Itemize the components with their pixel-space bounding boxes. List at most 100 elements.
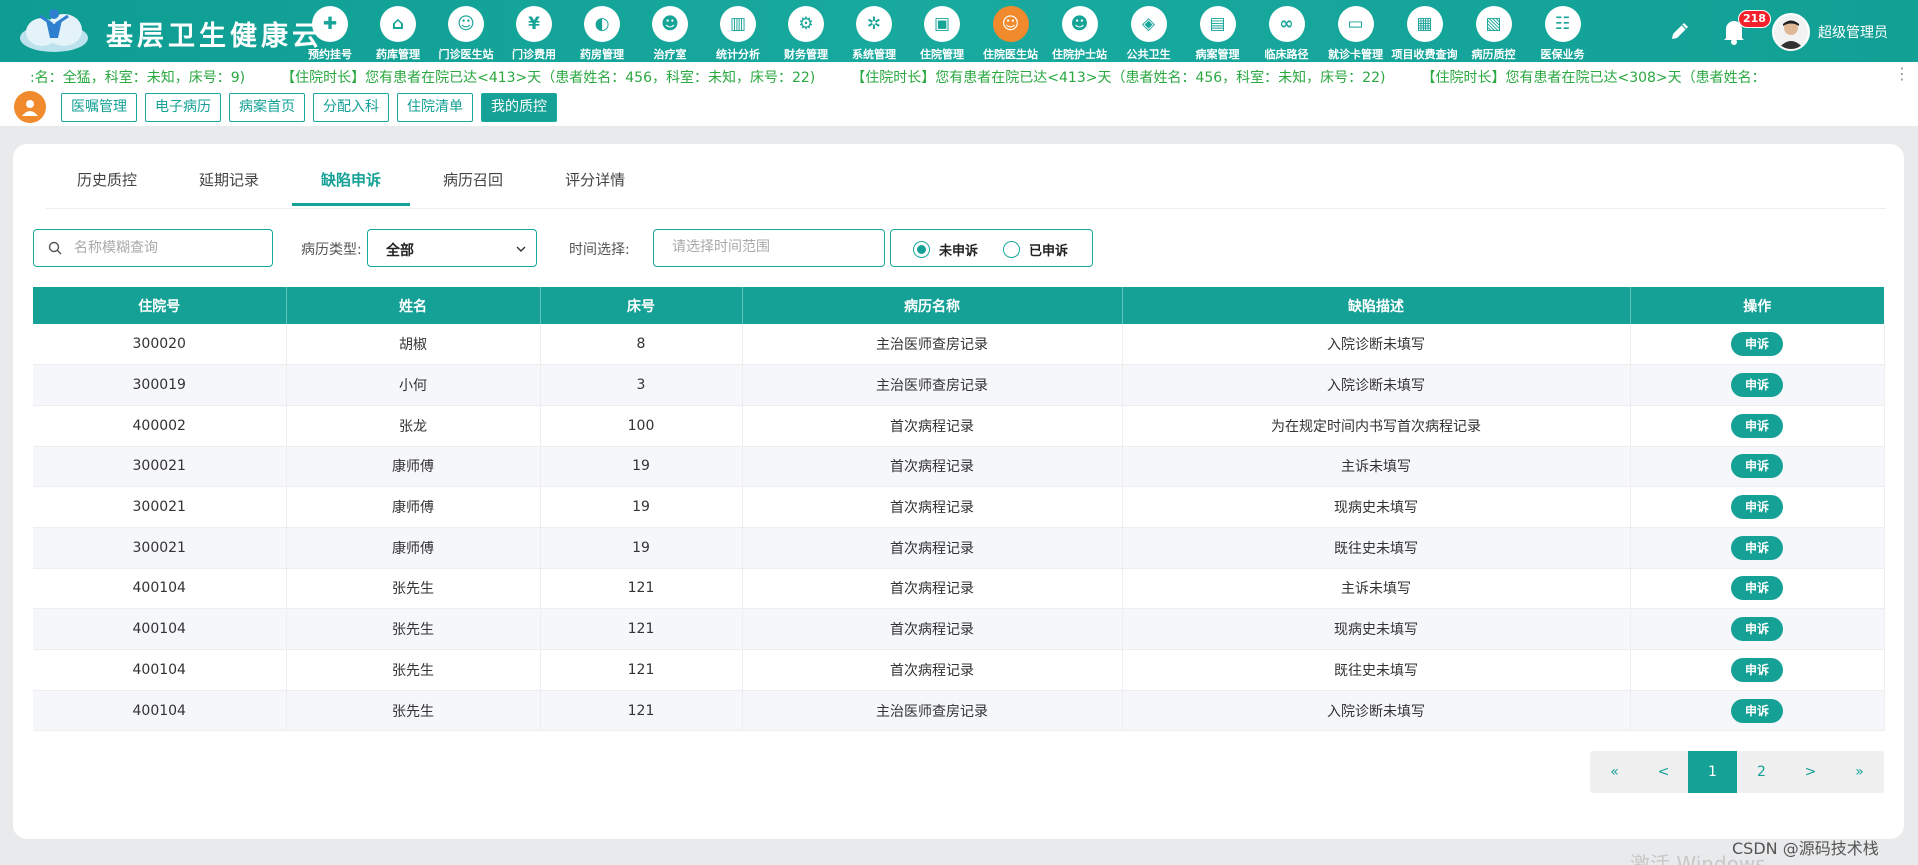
nav-item-0[interactable]: ✚ 预约挂号 xyxy=(296,0,364,62)
page-button[interactable]: > xyxy=(1786,751,1835,793)
nav-item-9[interactable]: ▣ 住院管理 xyxy=(908,0,976,62)
page-button[interactable]: 1 xyxy=(1688,751,1737,793)
table-cell: 现病史未填写 xyxy=(1122,608,1631,650)
nav-item-8[interactable]: ✲ 系统管理 xyxy=(840,0,908,62)
nav-item-7[interactable]: ⚙ 财务管理 xyxy=(772,0,840,62)
nav-item-5[interactable]: ☻ 治疗室 xyxy=(636,0,704,62)
table-row: 400002 张龙 100 首次病程记录 为在规定时间内书写首次病程记录 申诉 xyxy=(33,405,1885,447)
nav-label: 病历质控 xyxy=(1471,48,1516,61)
table-cell: 121 xyxy=(540,568,743,610)
table-cell: 首次病程记录 xyxy=(742,608,1123,650)
pen-icon[interactable] xyxy=(1668,19,1692,43)
tab-0[interactable]: 历史质控 xyxy=(46,170,168,206)
appeal-button[interactable]: 申诉 xyxy=(1731,454,1783,479)
table-cell: 300019 xyxy=(33,364,287,406)
sub-tab-2[interactable]: 病案首页 xyxy=(229,93,305,122)
appeal-button[interactable]: 申诉 xyxy=(1731,576,1783,601)
action-cell: 申诉 xyxy=(1630,608,1885,650)
sub-tab-5[interactable]: 我的质控 xyxy=(481,93,557,122)
nav-item-2[interactable]: ☺ 门诊医生站 xyxy=(432,0,500,62)
table-cell: 主治医师查房记录 xyxy=(742,324,1123,366)
radio-dot xyxy=(1003,241,1020,258)
gear-money-icon: ⚙ xyxy=(788,6,824,42)
search-input[interactable] xyxy=(74,238,264,258)
marquee-item: 【住院时长】您有患者在院已达<308>天（患者姓名： xyxy=(1421,70,1766,86)
doctor-icon: ☺ xyxy=(448,6,484,42)
doctor-station-icon xyxy=(14,91,46,123)
table-cell: 既往史未填写 xyxy=(1122,527,1631,569)
table-row: 300019 小何 3 主治医师查房记录 入院诊断未填写 申诉 xyxy=(33,364,1885,406)
bar-chart-icon: ▥ xyxy=(720,6,756,42)
appeal-button[interactable]: 申诉 xyxy=(1731,698,1783,723)
table-cell: 3 xyxy=(540,364,743,406)
sub-tab-1[interactable]: 电子病历 xyxy=(145,93,221,122)
time-range-picker[interactable] xyxy=(653,229,885,267)
radio-unappealed-label: 未申诉 xyxy=(939,244,979,259)
nav-label: 门诊费用 xyxy=(512,48,556,61)
record-type-select[interactable]: 全部 xyxy=(367,229,537,267)
time-label: 时间选择: xyxy=(569,242,630,258)
radio-appealed[interactable]: 已申诉 xyxy=(1003,240,1068,259)
page-button[interactable]: 2 xyxy=(1737,751,1786,793)
nav-item-12[interactable]: ◈ 公共卫生 xyxy=(1114,0,1183,62)
nav-label: 统计分析 xyxy=(716,48,760,61)
appeal-button[interactable]: 申诉 xyxy=(1731,495,1783,520)
table-cell: 121 xyxy=(540,608,743,650)
search-box[interactable] xyxy=(33,229,273,267)
table-row: 300021 康师傅 19 首次病程记录 既往史未填写 申诉 xyxy=(33,527,1885,569)
tab-1[interactable]: 延期记录 xyxy=(168,170,290,206)
column-header: 病历名称 xyxy=(742,287,1123,324)
appeal-button[interactable]: 申诉 xyxy=(1731,373,1783,398)
table-cell: 小何 xyxy=(286,364,541,406)
nav-item-1[interactable]: ⌂ 药库管理 xyxy=(364,0,432,62)
nav-item-3[interactable]: ¥ 门诊费用 xyxy=(500,0,568,62)
action-cell: 申诉 xyxy=(1630,527,1885,569)
calendar-icon: ✚ xyxy=(312,6,348,42)
tab-4[interactable]: 评分详情 xyxy=(534,170,656,206)
quality-tabs: 历史质控 延期记录 缺陷申诉 病历召回 评分详情 xyxy=(46,170,656,206)
nav-item-11[interactable]: ☻ 住院护士站 xyxy=(1045,0,1114,62)
sub-tab-0[interactable]: 医嘱管理 xyxy=(61,93,137,122)
nav-item-18[interactable]: ☷ 医保业务 xyxy=(1528,0,1597,62)
table-cell: 400104 xyxy=(33,568,287,610)
nav-item-16[interactable]: ▦ 项目收费查询 xyxy=(1390,0,1459,62)
user-name[interactable]: 超级管理员 xyxy=(1818,22,1888,42)
tab-3[interactable]: 病历召回 xyxy=(412,170,534,206)
nav-label: 住院医生站 xyxy=(983,48,1038,61)
appeal-button[interactable]: 申诉 xyxy=(1731,657,1783,682)
avatar[interactable] xyxy=(1772,13,1810,51)
nav-item-13[interactable]: ▤ 病案管理 xyxy=(1183,0,1252,62)
nav-item-17[interactable]: ▧ 病历质控 xyxy=(1459,0,1528,62)
page-button[interactable]: < xyxy=(1639,751,1688,793)
nav-item-6[interactable]: ▥ 统计分析 xyxy=(704,0,772,62)
table-row: 400104 张先生 121 首次病程记录 现病史未填写 申诉 xyxy=(33,608,1885,650)
marquee-text: :名：全猛，科室：未知，床号：9) 【住院时长】您有患者在院已达<413>天（患者… xyxy=(30,67,1802,87)
nav-item-14[interactable]: ∞ 临床路径 xyxy=(1252,0,1321,62)
nav-item-4[interactable]: ◐ 药房管理 xyxy=(568,0,636,62)
chevron-down-icon xyxy=(516,246,526,252)
tab-2[interactable]: 缺陷申诉 xyxy=(290,170,412,206)
page-button[interactable]: « xyxy=(1590,751,1639,793)
appeal-button[interactable]: 申诉 xyxy=(1731,332,1783,357)
app-title: 基层卫生健康云 xyxy=(106,21,323,52)
table-cell: 300021 xyxy=(33,486,287,528)
nav-label: 项目收费查询 xyxy=(1391,48,1458,61)
appeal-button[interactable]: 申诉 xyxy=(1731,535,1783,560)
notice-marquee: :名：全猛，科室：未知，床号：9) 【住院时长】您有患者在院已达<413>天（患者… xyxy=(0,62,1918,88)
sub-tab-4[interactable]: 住院清单 xyxy=(397,93,473,122)
table-row: 300020 胡椒 8 主治医师查房记录 入院诊断未填写 申诉 xyxy=(33,324,1885,366)
appeal-button[interactable]: 申诉 xyxy=(1731,617,1783,642)
notification-badge: 218 xyxy=(1738,10,1771,28)
nav-item-15[interactable]: ▭ 就诊卡管理 xyxy=(1321,0,1390,62)
radio-unappealed[interactable]: 未申诉 xyxy=(913,240,978,259)
table-cell: 既往史未填写 xyxy=(1122,649,1631,691)
nav-item-10[interactable]: ☺ 住院医生站 xyxy=(976,0,1045,62)
time-range-input[interactable] xyxy=(672,239,872,255)
table-cell: 主治医师查房记录 xyxy=(742,690,1123,732)
table-cell: 入院诊断未填写 xyxy=(1122,690,1631,732)
appeal-status-group: 未申诉 已申诉 xyxy=(890,229,1093,267)
page-button[interactable]: » xyxy=(1835,751,1884,793)
quality-icon: ▧ xyxy=(1475,6,1512,42)
appeal-button[interactable]: 申诉 xyxy=(1731,413,1783,438)
sub-tab-3[interactable]: 分配入科 xyxy=(313,93,389,122)
